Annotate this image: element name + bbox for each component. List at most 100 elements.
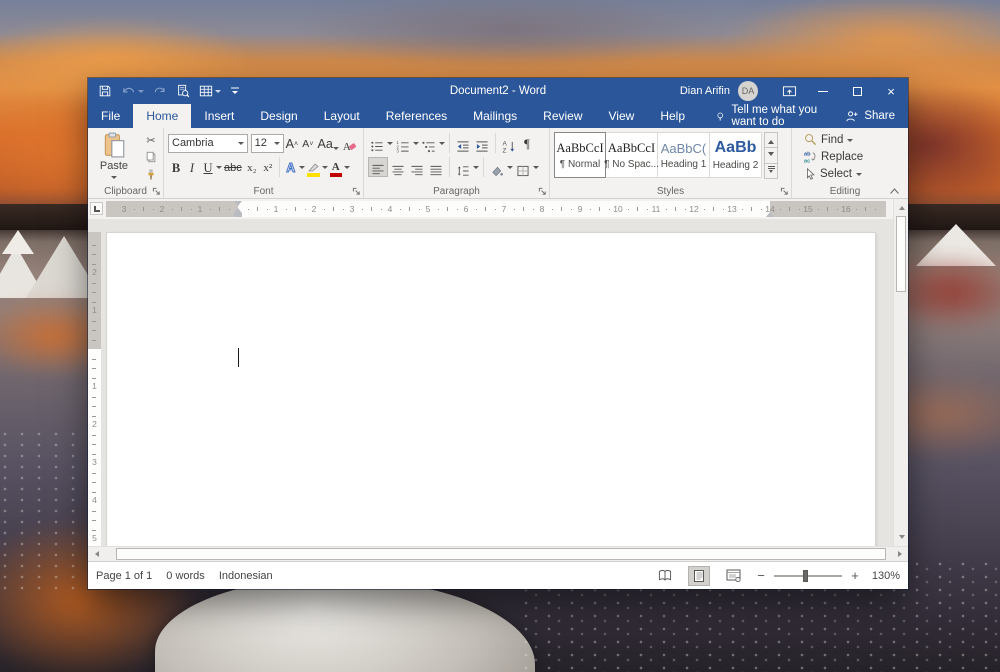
style-heading-1[interactable]: AaBbC( Heading 1	[658, 132, 710, 178]
left-indent-marker[interactable]	[234, 213, 242, 217]
font-color-button[interactable]: A	[328, 157, 344, 177]
font-dialog-launcher[interactable]	[352, 187, 361, 196]
sort-button[interactable]: AZ	[500, 133, 518, 153]
vertical-scroll-thumb[interactable]	[896, 216, 906, 292]
decrease-indent-button[interactable]	[454, 133, 472, 153]
clipboard-dialog-launcher[interactable]	[152, 187, 161, 196]
undo-button[interactable]	[121, 85, 144, 98]
word-count[interactable]: 0 words	[166, 570, 205, 582]
scroll-left-button[interactable]	[88, 547, 102, 561]
show-formatting-button[interactable]: ¶	[519, 133, 535, 153]
align-center-button[interactable]	[389, 157, 407, 177]
scroll-up-button[interactable]	[894, 199, 909, 214]
cut-button[interactable]: ✂	[146, 133, 155, 147]
zoom-slider[interactable]	[774, 575, 842, 577]
shading-button[interactable]	[488, 157, 506, 177]
tab-mailings[interactable]: Mailings	[460, 104, 530, 128]
tab-view[interactable]: View	[596, 104, 648, 128]
multilevel-list-button[interactable]	[420, 133, 438, 153]
bullets-button[interactable]	[368, 133, 386, 153]
user-avatar[interactable]: DA	[738, 81, 758, 101]
table-tool-button[interactable]	[199, 84, 221, 98]
justify-button[interactable]	[427, 157, 445, 177]
find-button[interactable]: Find	[804, 131, 894, 148]
paste-button[interactable]: Paste	[93, 132, 135, 182]
tab-help[interactable]: Help	[647, 104, 698, 128]
borders-dropdown-icon[interactable]	[533, 166, 539, 172]
font-family-select[interactable]: Cambria	[168, 134, 248, 153]
save-button[interactable]	[98, 84, 112, 98]
font-size-select[interactable]: 12	[251, 134, 284, 153]
change-case-button[interactable]: Aa	[316, 133, 341, 153]
copy-button[interactable]	[145, 150, 157, 164]
vertical-scrollbar[interactable]	[893, 199, 908, 546]
close-button[interactable]: ×	[874, 78, 908, 104]
horizontal-scroll-thumb[interactable]	[116, 548, 886, 560]
tell-me-box[interactable]: Tell me what you want to do	[716, 104, 832, 128]
zoom-level[interactable]: 130%	[868, 570, 900, 582]
share-button[interactable]: Share	[832, 104, 908, 128]
scroll-down-button[interactable]	[894, 531, 909, 546]
collapse-ribbon-button[interactable]	[889, 187, 900, 195]
replace-button[interactable]: abac Replace	[804, 148, 894, 165]
superscript-button[interactable]: x²	[260, 157, 276, 177]
select-button[interactable]: Select	[804, 165, 894, 182]
minimize-button[interactable]	[806, 78, 840, 104]
styles-more-button[interactable]	[764, 163, 778, 179]
format-painter-button[interactable]	[145, 167, 157, 181]
tab-file[interactable]: File	[88, 104, 133, 128]
clear-formatting-button[interactable]: A	[340, 133, 359, 153]
tab-insert[interactable]: Insert	[191, 104, 247, 128]
styles-scroll-up-button[interactable]	[764, 132, 778, 148]
print-preview-button[interactable]	[176, 84, 190, 98]
style-heading-2[interactable]: AaBb Heading 2	[710, 132, 762, 178]
strikethrough-button[interactable]: abc	[222, 157, 244, 177]
tab-home[interactable]: Home	[133, 104, 191, 128]
font-color-dropdown-icon[interactable]	[344, 166, 350, 172]
bullets-dropdown-icon[interactable]	[387, 142, 393, 148]
tab-stop-selector[interactable]	[90, 202, 103, 215]
bold-button[interactable]: B	[168, 157, 184, 177]
italic-button[interactable]: I	[184, 157, 200, 177]
user-name[interactable]: Dian Arifin	[680, 85, 730, 97]
line-spacing-dropdown-icon[interactable]	[473, 166, 479, 172]
style-normal[interactable]: AaBbCcI ¶ Normal	[554, 132, 606, 178]
customize-quick-access-button[interactable]	[230, 86, 240, 96]
numbering-dropdown-icon[interactable]	[413, 142, 419, 148]
underline-button[interactable]: U	[200, 157, 216, 177]
style-no-spacing[interactable]: AaBbCcI ¶ No Spac...	[606, 132, 658, 178]
shrink-font-button[interactable]: A˅	[300, 133, 316, 153]
styles-scroll-down-button[interactable]	[764, 147, 778, 163]
tab-layout[interactable]: Layout	[311, 104, 373, 128]
paragraph-dialog-launcher[interactable]	[538, 187, 547, 196]
h-ruler[interactable]: 32112345678910111213141516	[106, 201, 886, 217]
styles-dialog-launcher[interactable]	[780, 187, 789, 196]
tab-design[interactable]: Design	[247, 104, 310, 128]
multilevel-dropdown-icon[interactable]	[439, 142, 445, 148]
v-ruler[interactable]: 2112345	[88, 232, 101, 546]
zoom-slider-thumb[interactable]	[803, 570, 808, 582]
align-left-button[interactable]	[368, 157, 388, 177]
page-indicator[interactable]: Page 1 of 1	[96, 570, 152, 582]
tab-references[interactable]: References	[373, 104, 460, 128]
tab-review[interactable]: Review	[530, 104, 595, 128]
shading-dropdown-icon[interactable]	[507, 166, 513, 172]
numbering-button[interactable]: 123	[394, 133, 412, 153]
borders-button[interactable]	[514, 157, 532, 177]
line-spacing-button[interactable]	[454, 157, 472, 177]
grow-font-button[interactable]: A˄	[284, 133, 300, 153]
subscript-button[interactable]: x₂	[244, 157, 260, 177]
web-layout-button[interactable]	[722, 566, 744, 586]
align-right-button[interactable]	[408, 157, 426, 177]
first-line-indent-marker[interactable]	[234, 201, 242, 206]
text-effects-button[interactable]: A	[283, 157, 299, 177]
redo-button[interactable]	[153, 85, 167, 98]
document-page[interactable]	[106, 232, 876, 546]
horizontal-scrollbar[interactable]	[88, 546, 908, 561]
zoom-out-button[interactable]: −	[756, 568, 766, 583]
language-indicator[interactable]: Indonesian	[219, 570, 273, 582]
read-mode-button[interactable]	[654, 566, 676, 586]
print-layout-button[interactable]	[688, 566, 710, 586]
maximize-button[interactable]	[840, 78, 874, 104]
ribbon-display-options-button[interactable]	[772, 78, 806, 104]
